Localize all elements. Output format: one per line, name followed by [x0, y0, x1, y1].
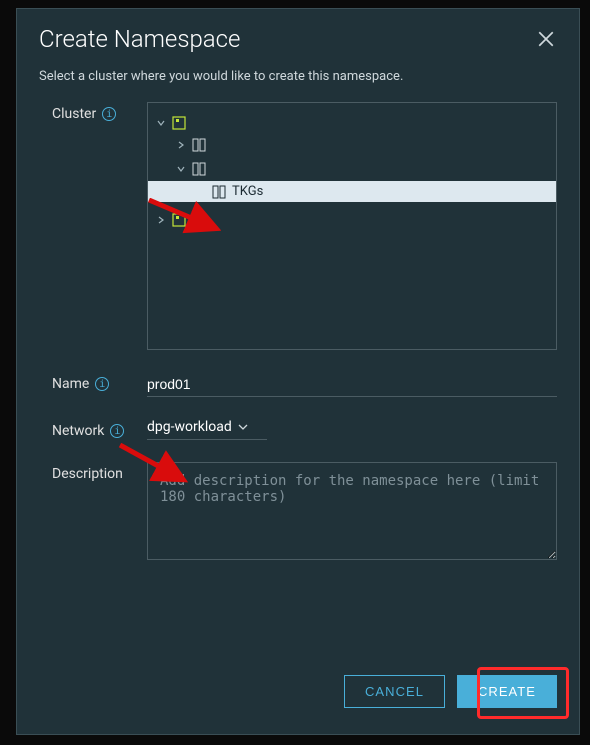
label-network: Network i: [52, 419, 147, 439]
network-value: dpg-workload: [147, 419, 232, 435]
create-namespace-modal: Create Namespace Select a cluster where …: [16, 8, 580, 735]
cluster-tree[interactable]: TKGs: [147, 102, 557, 350]
chevron-down-icon: [176, 165, 186, 173]
name-input[interactable]: [147, 372, 557, 397]
cluster-icon: [192, 162, 206, 176]
modal-footer: CANCEL CREATE: [17, 667, 579, 734]
chevron-down-icon: [156, 119, 166, 127]
row-cluster: Cluster i: [87, 102, 557, 350]
create-button[interactable]: CREATE: [457, 675, 557, 708]
close-icon: [537, 30, 555, 48]
description-textarea[interactable]: [147, 462, 557, 560]
info-icon[interactable]: i: [110, 424, 124, 438]
modal-subtitle: Select a cluster where you would like to…: [17, 63, 579, 102]
close-button[interactable]: [535, 28, 557, 50]
tree-item-cluster-2[interactable]: [148, 159, 556, 179]
datacenter-icon: [172, 116, 186, 130]
tree-item-datacenter-2[interactable]: [148, 210, 556, 230]
modal-header: Create Namespace: [17, 9, 579, 63]
network-select[interactable]: dpg-workload: [147, 419, 267, 440]
info-icon[interactable]: i: [95, 377, 109, 391]
chevron-down-icon: [238, 422, 248, 432]
datacenter-icon: [172, 213, 186, 227]
label-description: Description: [52, 462, 147, 482]
label-cluster: Cluster i: [52, 102, 147, 122]
tree-item-cluster-1[interactable]: [148, 135, 556, 155]
chevron-right-icon: [156, 216, 166, 224]
cluster-icon: [192, 138, 206, 152]
resource-pool-icon: [212, 185, 226, 199]
row-description: Description: [87, 462, 557, 560]
modal-title: Create Namespace: [39, 25, 240, 53]
label-name: Name i: [52, 372, 147, 392]
chevron-right-icon: [176, 141, 186, 149]
tree-item-datacenter-1[interactable]: [148, 113, 556, 133]
row-name: Name i: [87, 372, 557, 397]
form: Cluster i: [17, 102, 579, 667]
cancel-button[interactable]: CANCEL: [344, 675, 445, 708]
row-network: Network i dpg-workload: [87, 419, 557, 440]
info-icon[interactable]: i: [102, 107, 116, 121]
tree-item-tkgs[interactable]: TKGs: [148, 181, 556, 202]
tree-item-label: TKGs: [232, 184, 263, 199]
